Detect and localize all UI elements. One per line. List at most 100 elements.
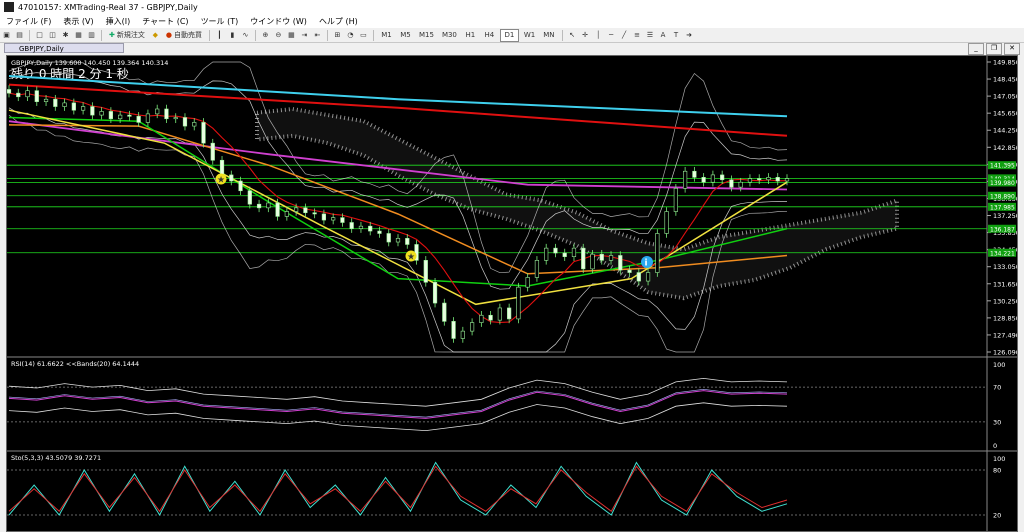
market-watch-icon[interactable]: □ xyxy=(34,30,45,41)
new-order-label: 新規注文 xyxy=(116,31,145,39)
candle-body xyxy=(294,207,299,212)
zoom-in-icon[interactable]: ⊕ xyxy=(260,30,271,41)
candle-body xyxy=(201,122,206,144)
chart-shift-icon[interactable]: ⇤ xyxy=(312,30,323,41)
cursor-icon[interactable]: ↖ xyxy=(567,30,578,41)
candle-body xyxy=(507,307,512,320)
minimize-button[interactable]: _ xyxy=(968,43,984,55)
restore-button[interactable]: ❐ xyxy=(986,43,1002,55)
label-tool-icon[interactable]: T xyxy=(671,30,682,41)
timeframe-d1[interactable]: D1 xyxy=(499,28,519,42)
new-order-button[interactable]: ✚ 新規注文 xyxy=(106,30,148,41)
menu-view[interactable]: 表示 (V) xyxy=(57,16,99,27)
toolbar-separator xyxy=(208,29,210,41)
level-label: 134.221 xyxy=(990,250,1015,257)
stoch-signal-line xyxy=(8,465,788,513)
candle-body xyxy=(627,269,632,273)
timeframe-m1[interactable]: M1 xyxy=(378,30,395,41)
stoch-info: Sto(5,3,3) 43.5079 39.7271 xyxy=(11,454,101,462)
tile-windows-icon[interactable]: ▦ xyxy=(286,30,297,41)
channel-icon[interactable]: ≡ xyxy=(632,30,643,41)
toolbar-separator xyxy=(29,29,30,41)
toolbar-separator xyxy=(254,29,256,41)
tester-icon[interactable]: ▥ xyxy=(86,30,97,41)
candle-body xyxy=(164,108,169,120)
toolbar-separator xyxy=(561,29,563,41)
terminal-icon[interactable]: ▦ xyxy=(73,30,84,41)
candle-body xyxy=(581,247,586,270)
menu-bar: ファイル (F) 表示 (V) 挿入(I) チャート (C) ツール (T) ウ… xyxy=(0,14,1024,28)
stoch-tick-label: 100 xyxy=(993,455,1005,463)
arrows-icon[interactable]: ➜ xyxy=(684,30,695,41)
periods-icon[interactable]: ◔ xyxy=(345,30,356,41)
timeframe-m5[interactable]: M5 xyxy=(397,30,414,41)
candle-body xyxy=(460,330,465,339)
candle-body xyxy=(729,179,734,188)
candle-body xyxy=(645,272,651,282)
text-tool-icon[interactable]: A xyxy=(658,30,669,41)
trendline-icon[interactable]: ╱ xyxy=(619,30,630,41)
candle-body xyxy=(155,108,160,115)
price-tick-label: 127.490 xyxy=(993,331,1017,339)
candle-body xyxy=(182,117,188,127)
navigator-icon[interactable]: ✱ xyxy=(60,30,71,41)
menu-tools[interactable]: ツール (T) xyxy=(195,16,245,27)
auto-scroll-icon[interactable]: ⇥ xyxy=(299,30,310,41)
templates-icon[interactable]: ▭ xyxy=(358,30,369,41)
main-chart-info: GBPJPY,Daily 139.600 140.450 139.364 140… xyxy=(11,59,168,67)
candle-body xyxy=(405,238,410,245)
menu-chart[interactable]: チャート (C) xyxy=(136,16,194,27)
candle-body xyxy=(423,260,428,283)
price-tick-label: 148.450 xyxy=(993,76,1017,84)
auto-trade-label: 自動売買 xyxy=(173,31,202,39)
chart-window[interactable]: GBPJPY,Daily 139.600 140.450 139.364 140… xyxy=(6,55,1018,532)
candle-body xyxy=(99,111,104,116)
timeframe-h1[interactable]: H1 xyxy=(462,30,479,41)
vertical-line-icon[interactable]: │ xyxy=(593,30,604,41)
line-chart-icon[interactable]: ∿ xyxy=(240,30,251,41)
chart-canvas[interactable]: GBPJPY,Daily 139.600 140.450 139.364 140… xyxy=(7,56,1017,531)
menu-file[interactable]: ファイル (F) xyxy=(0,16,57,27)
close-button[interactable]: ✕ xyxy=(1004,43,1020,55)
candle-body xyxy=(775,177,780,182)
timeframe-m15[interactable]: M15 xyxy=(416,30,437,41)
new-chart-icon[interactable]: ▣ xyxy=(1,30,12,41)
menu-window[interactable]: ウインドウ (W) xyxy=(244,16,313,27)
rsi-tick-label: 100 xyxy=(993,361,1005,369)
candle-body xyxy=(710,174,716,183)
horizontal-line-icon[interactable]: ─ xyxy=(606,30,617,41)
candle-body xyxy=(692,170,697,178)
candle-body xyxy=(90,106,95,116)
auto-trade-button[interactable]: ● 自動売買 xyxy=(163,30,205,41)
candle-body xyxy=(80,106,86,111)
metaeditor-icon[interactable]: ◆ xyxy=(150,30,161,41)
level-label: 136.187 xyxy=(990,226,1015,233)
timeframe-m30[interactable]: M30 xyxy=(439,30,460,41)
candle-body xyxy=(321,213,327,221)
title-bar: 47010157: XMTrading-Real 37 - GBPJPY,Dai… xyxy=(0,0,1024,14)
crosshair-icon[interactable]: ✛ xyxy=(580,30,591,41)
indicators-icon[interactable]: ⊞ xyxy=(332,30,343,41)
menu-help[interactable]: ヘルプ (H) xyxy=(313,16,364,27)
candle-body xyxy=(562,252,567,257)
timeframe-w1[interactable]: W1 xyxy=(521,30,538,41)
candle-body xyxy=(192,122,197,127)
candle-body xyxy=(442,302,447,322)
candle-body xyxy=(284,211,289,217)
candlestick-icon[interactable]: ▮ xyxy=(227,30,238,41)
candle-body xyxy=(349,222,354,229)
chart-tab[interactable]: GBPJPY,Daily xyxy=(4,43,124,53)
data-window-icon[interactable]: ◫ xyxy=(47,30,58,41)
menu-insert[interactable]: 挿入(I) xyxy=(100,16,137,27)
profiles-icon[interactable]: ▤ xyxy=(14,30,25,41)
candle-body xyxy=(145,113,151,123)
timeframe-h4[interactable]: H4 xyxy=(481,30,498,41)
stoch-tick-label: 20 xyxy=(993,512,1001,520)
timeframe-mn[interactable]: MN xyxy=(540,30,557,41)
fibonacci-icon[interactable]: ☰ xyxy=(645,30,656,41)
candle-body xyxy=(34,90,39,102)
zoom-out-icon[interactable]: ⊖ xyxy=(273,30,284,41)
candle-body xyxy=(525,277,530,288)
candle-body xyxy=(386,233,391,243)
bar-chart-icon[interactable]: ┃ xyxy=(214,30,225,41)
